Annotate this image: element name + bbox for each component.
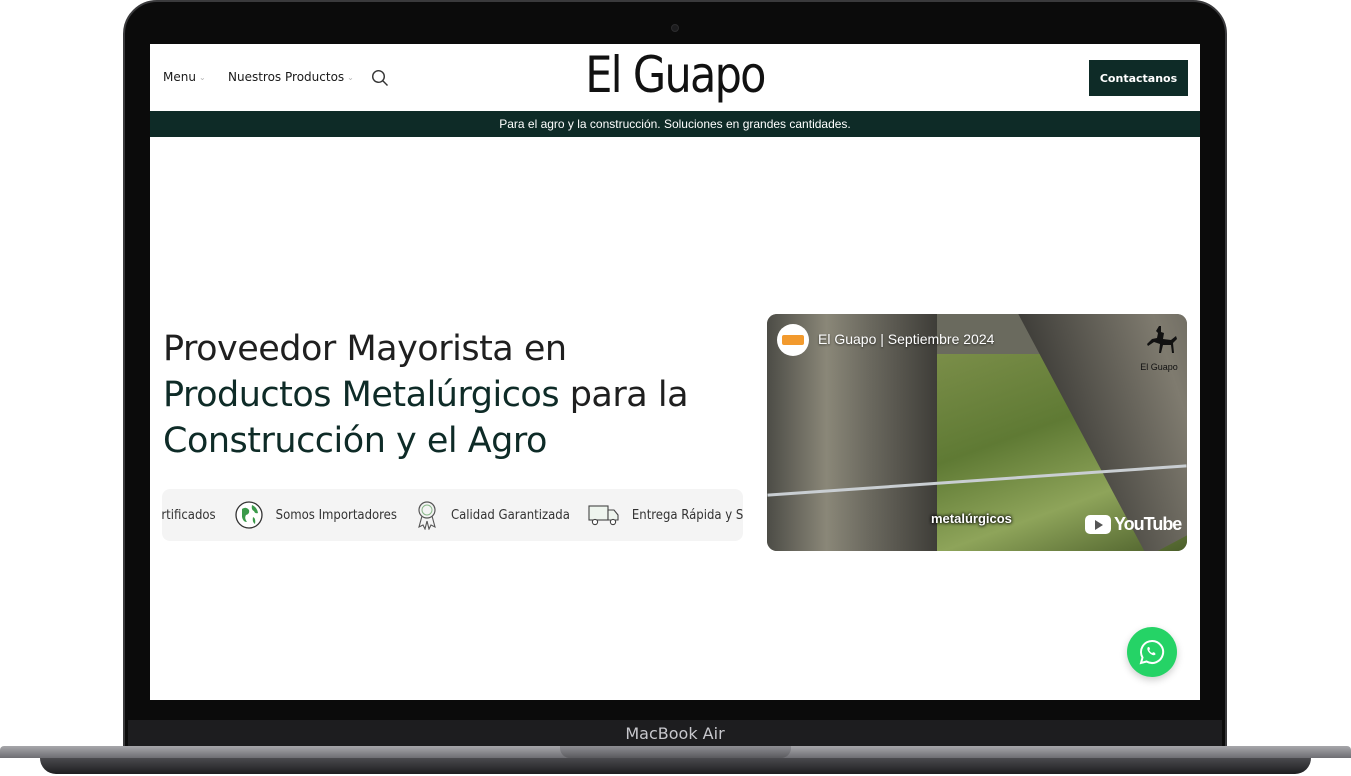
nav-menu[interactable]: Menu ⌄: [163, 70, 206, 84]
award-ribbon-icon: [418, 501, 436, 530]
video-title[interactable]: El Guapo | Septiembre 2024: [818, 331, 994, 347]
browser-viewport: Menu ⌄ Nuestros Productos ⌄ El Guapo Con…: [150, 44, 1200, 700]
feature-label: Somos Importadores: [275, 507, 397, 523]
whatsapp-button[interactable]: [1127, 627, 1177, 677]
features-carousel: Certificados Somos Importadores Calidad …: [162, 489, 743, 541]
whatsapp-icon: [1139, 639, 1165, 665]
hero-line-1: Proveedor Mayorista en: [163, 329, 567, 369]
play-icon: [1085, 515, 1111, 534]
feature-label: Calidad Garantizada: [450, 507, 570, 523]
feature-item: Calidad Garantizada: [415, 500, 570, 530]
truck-icon: [588, 505, 619, 526]
youtube-label: YouTube: [1114, 514, 1182, 534]
channel-avatar[interactable]: [777, 324, 809, 356]
hero-accent-products: Productos Metalúrgicos: [163, 375, 560, 415]
device-label: MacBook Air: [625, 724, 725, 743]
feature-item: Somos Importadores: [234, 500, 397, 530]
feature-item: Certificados: [162, 508, 216, 523]
laptop-base-bottom: [40, 758, 1311, 774]
feature-label: Certificados: [162, 507, 216, 523]
site-header: Menu ⌄ Nuestros Productos ⌄ El Guapo Con…: [150, 44, 1200, 111]
nav-menu-label: Menu: [163, 70, 196, 84]
chevron-down-icon: ⌄: [198, 72, 206, 82]
feature-item: Entrega Rápida y Segura: [588, 503, 743, 527]
contact-button[interactable]: Contactanos: [1089, 60, 1188, 96]
laptop-base: [0, 744, 1351, 776]
youtube-logo[interactable]: YouTube: [1085, 514, 1182, 535]
feature-label: Entrega Rápida y Segura: [631, 507, 743, 523]
hero-heading: Proveedor Mayorista en Productos Metalúr…: [163, 326, 763, 464]
site-logo[interactable]: El Guapo: [224, 46, 1127, 104]
hero-line-2: Productos Metalúrgicos para la: [163, 372, 763, 418]
hero-line-3: Construcción y el Agro: [163, 421, 547, 461]
horse-rider-icon: [1147, 326, 1177, 353]
webcam: [671, 24, 679, 32]
video-caption: metalúrgicos: [931, 511, 1012, 526]
laptop-notch: [560, 746, 791, 758]
video-watermark: El Guapo: [1137, 324, 1181, 374]
youtube-video-embed[interactable]: El Guapo | Septiembre 2024 El Guapo meta…: [767, 314, 1187, 551]
globe-icon: [235, 501, 263, 529]
hero-line-2-rest: para la: [559, 375, 689, 415]
features-track: Certificados Somos Importadores Calidad …: [162, 489, 743, 541]
announcement-bar: Para el agro y la construcción. Solucion…: [150, 111, 1200, 137]
video-watermark-label: El Guapo: [1140, 362, 1178, 372]
